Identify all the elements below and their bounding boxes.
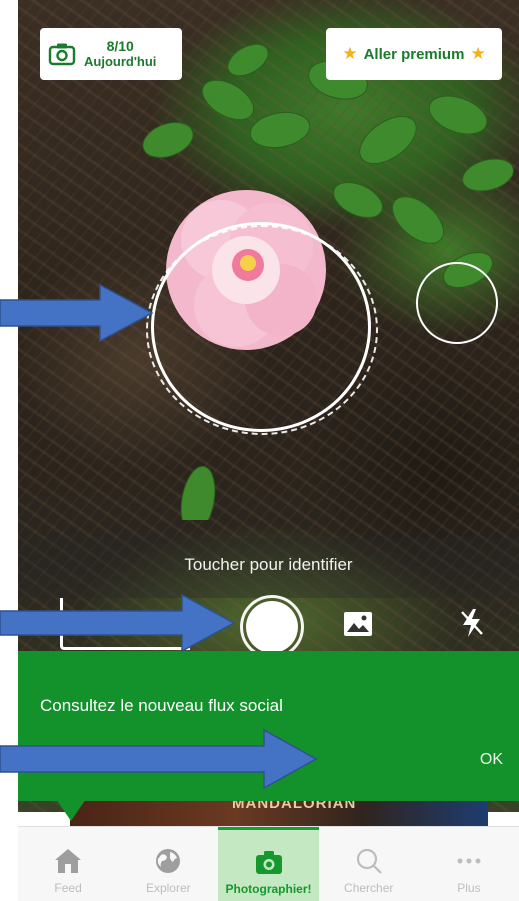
bottom-tab-bar: Feed Explorer Photographier! Chercher Pl… xyxy=(18,826,519,901)
camera-icon xyxy=(48,43,76,66)
identify-hint: Toucher pour identifier xyxy=(184,555,353,574)
notice-ok-button[interactable]: OK xyxy=(480,751,503,769)
secondary-focus-ring xyxy=(416,262,498,344)
go-premium-button[interactable]: ★ Aller premium ★ xyxy=(326,28,502,80)
tab-explorer[interactable]: Explorer xyxy=(118,827,218,901)
tab-photographier[interactable]: Photographier! xyxy=(218,827,319,901)
annotation-arrow-icon xyxy=(0,283,154,343)
daily-counter-badge: 8/10 Aujourd'hui xyxy=(40,28,182,80)
globe-icon xyxy=(156,849,181,873)
flash-off-icon[interactable] xyxy=(458,608,486,638)
more-icon xyxy=(457,858,481,864)
annotation-arrow-icon xyxy=(0,593,236,653)
tab-label: Chercher xyxy=(344,881,394,895)
star-icon: ★ xyxy=(342,44,358,63)
focus-ring xyxy=(151,222,371,432)
notice-message: Consultez le nouveau flux social xyxy=(40,696,283,715)
annotation-arrow-icon xyxy=(0,728,318,790)
tab-label: Explorer xyxy=(145,881,191,895)
tab-label: Feed xyxy=(54,881,82,895)
home-icon xyxy=(55,849,82,873)
camera-icon xyxy=(255,851,282,874)
premium-label: Aller premium xyxy=(363,45,465,63)
notice-pointer xyxy=(56,799,86,821)
screen: 8/10 Aujourd'hui ★ Aller premium ★ Touch… xyxy=(0,0,519,901)
tab-plus[interactable]: Plus xyxy=(419,827,519,901)
tab-feed[interactable]: Feed xyxy=(18,827,118,901)
tab-label: Plus xyxy=(457,881,481,895)
counter-count: 8/10 xyxy=(106,38,134,54)
tab-chercher[interactable]: Chercher xyxy=(319,827,419,901)
search-icon xyxy=(356,848,382,874)
tab-label: Photographier! xyxy=(225,882,312,896)
counter-label: Aujourd'hui xyxy=(84,54,157,69)
gallery-icon[interactable] xyxy=(343,611,373,637)
star-icon: ★ xyxy=(470,44,486,63)
shutter-inner xyxy=(246,601,298,653)
shutter-button[interactable] xyxy=(240,595,304,659)
